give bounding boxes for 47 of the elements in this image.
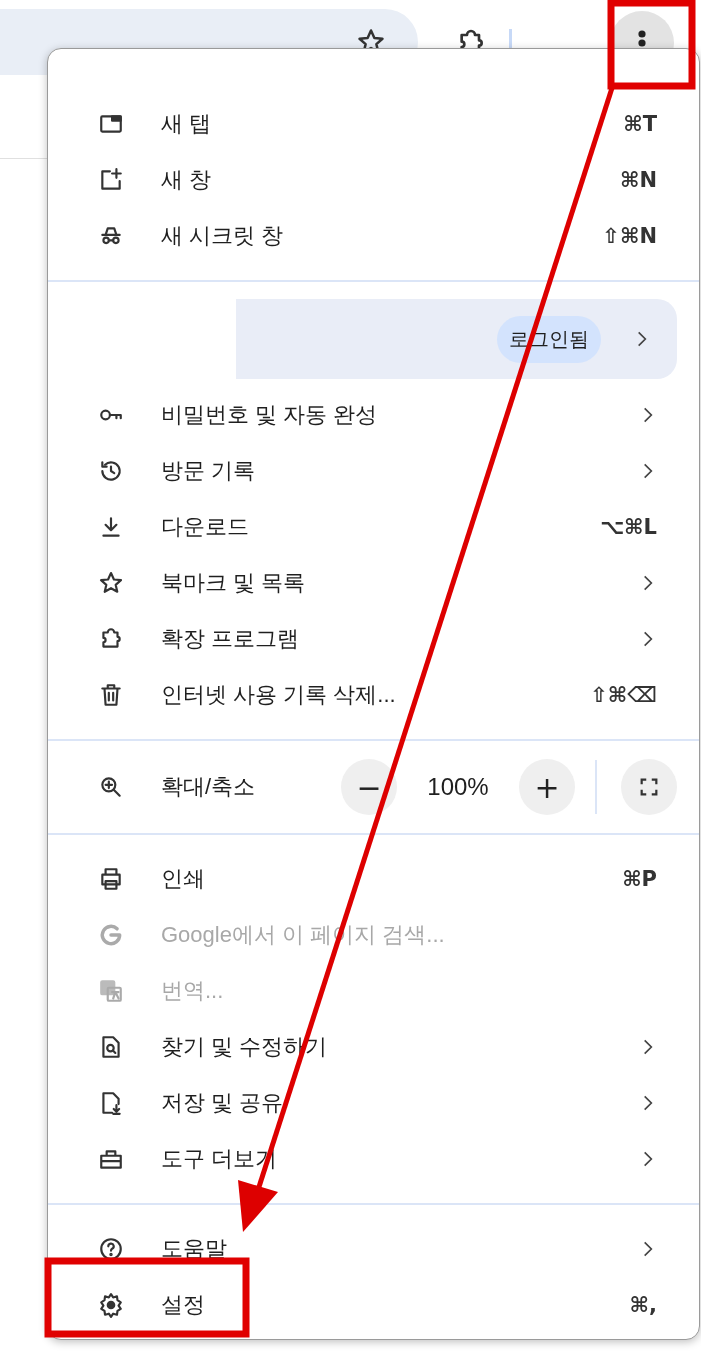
trash-icon	[98, 682, 124, 708]
menu-item-label: 새 탭	[161, 110, 212, 138]
menu-item-label: 새 창	[161, 166, 212, 194]
menu-item-label: 번역...	[161, 977, 224, 1005]
menu-item-label: 북마크 및 목록	[161, 569, 306, 597]
menu-item[interactable]: 새 탭 ⌘T	[48, 96, 699, 152]
settings-icon	[98, 1292, 124, 1318]
menu-item-label: 다운로드	[161, 513, 249, 541]
keyboard-shortcut: ⌘P	[622, 867, 657, 891]
keyboard-shortcut: ⌘T	[623, 112, 657, 136]
menu-item-label: 확대/축소	[161, 773, 256, 801]
zoom-in-button[interactable]: +	[519, 759, 575, 815]
fullscreen-button[interactable]	[621, 759, 677, 815]
keyboard-shortcut: ⌥⌘L	[599, 515, 657, 539]
star-icon	[98, 570, 124, 596]
menu-item-label: 설정	[161, 1291, 205, 1319]
menu-item[interactable]: 다운로드 ⌥⌘L	[48, 499, 699, 555]
menu-item[interactable]: 방문 기록	[48, 443, 699, 499]
menu-item-label: 방문 기록	[161, 457, 256, 485]
menu-item-label: 저장 및 공유	[161, 1089, 284, 1117]
menu-item[interactable]: 저장 및 공유	[48, 1075, 699, 1131]
new-window-icon	[98, 167, 124, 193]
translate-icon	[98, 978, 124, 1004]
menu-item[interactable]: 새 시크릿 창 ⇧⌘N	[48, 208, 699, 264]
menu-item[interactable]: 새 창 ⌘N	[48, 152, 699, 208]
keyboard-shortcut: ⇧⌘N	[602, 224, 657, 248]
menu-item-label: 인터넷 사용 기록 삭제...	[161, 681, 396, 709]
zoom-level: 100%	[426, 773, 490, 801]
menu-item[interactable]: 인터넷 사용 기록 삭제... ⇧⌘⌫	[48, 667, 699, 723]
keyboard-shortcut: ⌘N	[619, 168, 657, 192]
menu-item[interactable]: 설정 ⌘,	[48, 1277, 699, 1333]
keyboard-shortcut: ⇧⌘⌫	[590, 683, 657, 707]
menu-item-label: 확장 프로그램	[161, 625, 300, 653]
menu-item-label: 비밀번호 및 자동 완성	[161, 401, 378, 429]
menu-item[interactable]: 확장 프로그램	[48, 611, 699, 667]
google-icon	[98, 922, 124, 948]
zoom-out-button[interactable]: −	[341, 759, 397, 815]
zoom-in-icon	[98, 774, 124, 800]
fullscreen-icon	[638, 776, 660, 798]
history-icon	[98, 458, 124, 484]
menu-item[interactable]: 북마크 및 목록	[48, 555, 699, 611]
menu-item[interactable]: 비밀번호 및 자동 완성	[48, 387, 699, 443]
printer-icon	[98, 866, 124, 892]
menu-item-label: 새 시크릿 창	[161, 222, 284, 250]
keyboard-shortcut: ⌘,	[629, 1293, 657, 1317]
menu-item[interactable]: 인쇄 ⌘P	[48, 851, 699, 907]
menu-item-label: 인쇄	[161, 865, 205, 893]
